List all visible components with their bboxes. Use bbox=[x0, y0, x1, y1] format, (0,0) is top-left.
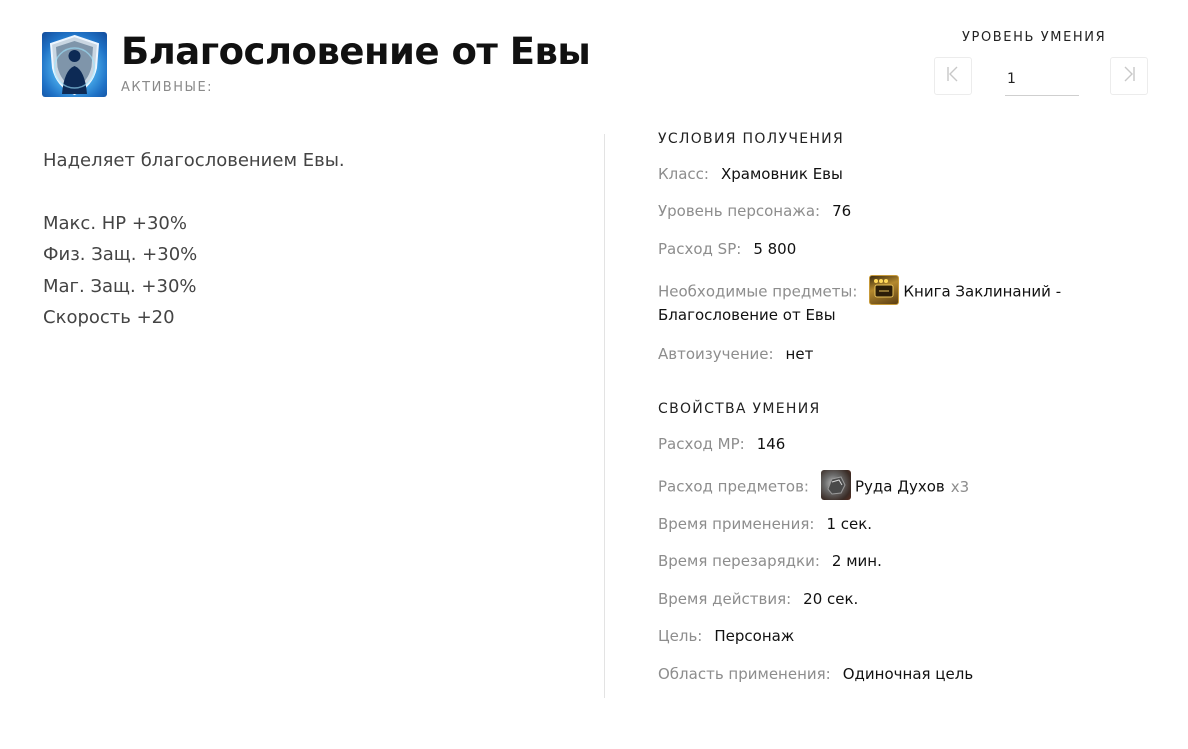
first-level-button[interactable] bbox=[934, 57, 972, 95]
stat-line: Физ. Защ. +30% bbox=[43, 244, 198, 265]
skill-description: Наделяет благословением Евы. Макс. HP +3… bbox=[43, 145, 563, 334]
duration-label: Время действия: bbox=[658, 590, 792, 608]
char-level-value: 76 bbox=[832, 202, 852, 220]
required-items-label: Необходимые предметы: bbox=[658, 282, 858, 301]
required-items-value-line1[interactable]: Книга Заклинаний - bbox=[903, 283, 1061, 301]
duration-value: 20 сек. bbox=[803, 590, 859, 608]
consumed-items-qty: x3 bbox=[950, 477, 970, 496]
required-items-value-line2[interactable]: Благословение от Евы bbox=[658, 306, 836, 324]
class-row: Класс: Храмовник Евы bbox=[658, 164, 843, 184]
description-intro: Наделяет благословением Евы. bbox=[43, 150, 345, 171]
cast-time-row: Время применения: 1 сек. bbox=[658, 514, 872, 534]
properties-title: СВОЙСТВА УМЕНИЯ bbox=[658, 401, 821, 417]
char-level-row: Уровень персонажа: 76 bbox=[658, 201, 851, 221]
cooldown-label: Время перезарядки: bbox=[658, 552, 820, 570]
target-value: Персонаж bbox=[714, 627, 795, 645]
required-items-row: Необходимые предметы: Книга Заклинаний - bbox=[658, 275, 1061, 307]
level-input[interactable] bbox=[1005, 62, 1079, 96]
shield-blessing-icon bbox=[42, 32, 107, 97]
mp-value: 146 bbox=[756, 435, 786, 453]
target-label: Цель: bbox=[658, 627, 703, 645]
area-row: Область применения: Одиночная цель bbox=[658, 664, 973, 684]
sp-row: Расход SP: 5 800 bbox=[658, 239, 796, 259]
target-row: Цель: Персонаж bbox=[658, 626, 794, 646]
class-label: Класс: bbox=[658, 165, 709, 183]
auto-learn-label: Автоизучение: bbox=[658, 345, 774, 363]
conditions-title: УСЛОВИЯ ПОЛУЧЕНИЯ bbox=[658, 131, 844, 147]
auto-learn-value: нет bbox=[785, 345, 814, 363]
sp-value: 5 800 bbox=[753, 240, 797, 258]
column-divider bbox=[604, 134, 605, 698]
class-value: Храмовник Евы bbox=[720, 165, 843, 183]
cooldown-row: Время перезарядки: 2 мин. bbox=[658, 551, 882, 571]
mp-label: Расход MP: bbox=[658, 435, 745, 453]
cooldown-value: 2 мин. bbox=[831, 552, 882, 570]
skill-title: Благословение от Евы bbox=[121, 30, 591, 73]
mp-row: Расход MP: 146 bbox=[658, 434, 785, 454]
consumed-items-row: Расход предметов: Руда Духов x3 bbox=[658, 470, 970, 502]
consumed-items-value[interactable]: Руда Духов bbox=[855, 478, 945, 496]
first-page-icon bbox=[946, 66, 960, 86]
stat-line: Маг. Защ. +30% bbox=[43, 275, 197, 297]
char-level-label: Уровень персонажа: bbox=[658, 202, 821, 220]
spellbook-icon[interactable] bbox=[869, 275, 900, 305]
sp-label: Расход SP: bbox=[658, 240, 742, 258]
duration-row: Время действия: 20 сек. bbox=[658, 589, 858, 609]
cast-time-label: Время применения: bbox=[658, 515, 815, 533]
spirit-ore-icon[interactable] bbox=[820, 470, 851, 500]
skill-type: АКТИВНЫЕ: bbox=[121, 80, 214, 95]
cast-time-value: 1 сек. bbox=[826, 515, 873, 533]
last-level-button[interactable] bbox=[1110, 57, 1148, 95]
area-label: Область применения: bbox=[658, 665, 831, 683]
stat-line: Скорость +20 bbox=[43, 307, 175, 328]
level-title: УРОВЕНЬ УМЕНИЯ bbox=[962, 30, 1107, 45]
stat-line: Макс. HP +30% bbox=[43, 212, 187, 234]
area-value: Одиночная цель bbox=[842, 665, 974, 683]
last-page-icon bbox=[1122, 66, 1136, 86]
consumed-items-label: Расход предметов: bbox=[658, 477, 809, 496]
auto-learn-row: Автоизучение: нет bbox=[658, 344, 813, 364]
